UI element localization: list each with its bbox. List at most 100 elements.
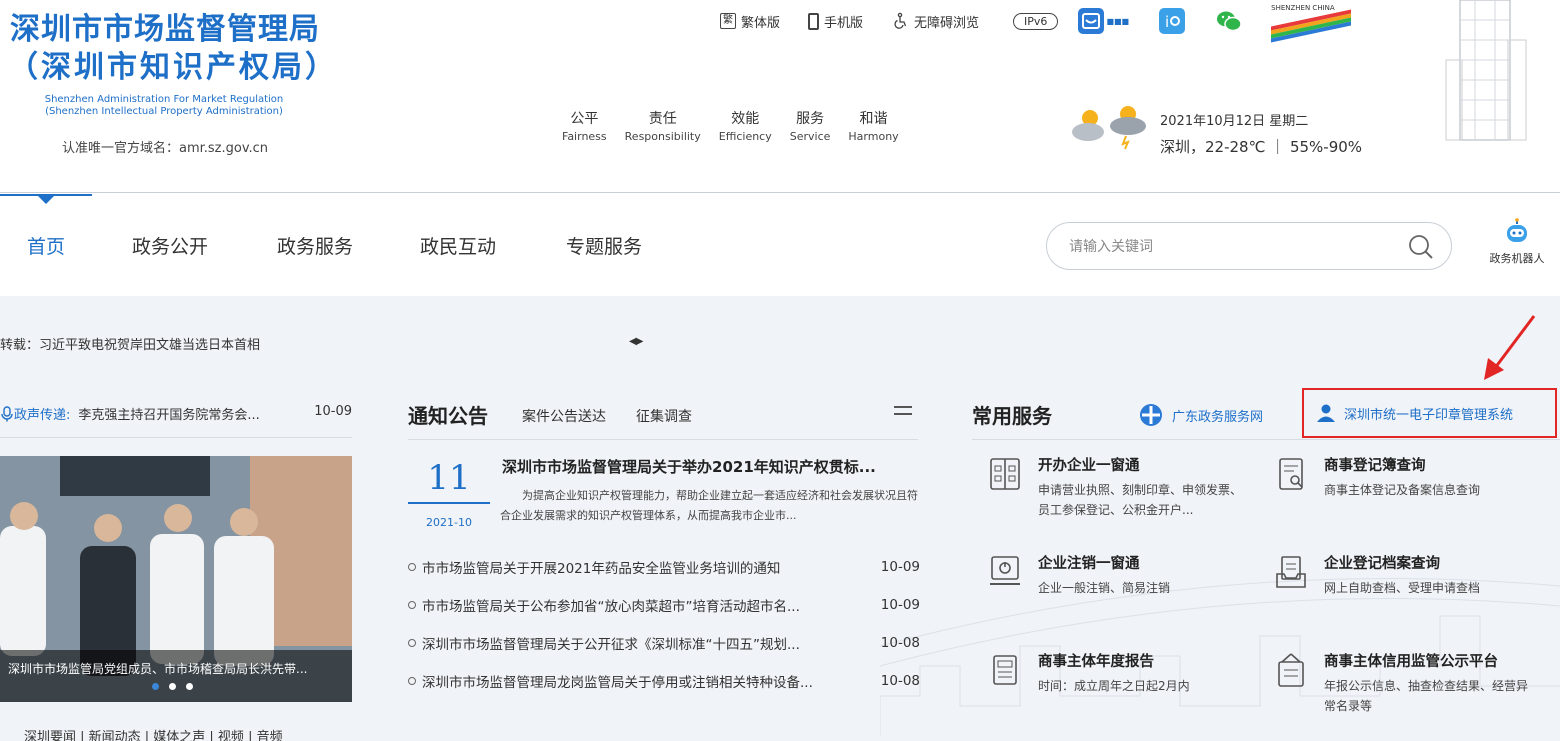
user-icon	[1317, 404, 1335, 422]
service-annual-report[interactable]: 商事主体年度报告 时间：成立周年之日起2月内	[974, 650, 1234, 728]
service-archive-query[interactable]: 企业登记档案查询 网上自助查档、受理申请查档	[1260, 552, 1520, 630]
nav-government-affairs[interactable]: 政务公开	[132, 232, 208, 259]
service-business-startup[interactable]: 开办企业一窗通 申请营业执照、刻制印章、申领发票、员工参保登记、公积金开户...	[974, 454, 1242, 532]
service-name[interactable]: 企业注销一窗通	[1038, 552, 1140, 573]
notices-header: 通知公告 案件公告送达 征集调查	[408, 400, 918, 440]
service-name[interactable]: 开办企业一窗通	[1038, 454, 1140, 475]
gov-voice-tag: 政声传递:	[0, 404, 70, 423]
mobile-phone-icon	[808, 12, 820, 30]
services-title: 常用服务	[972, 404, 1052, 428]
notice-title[interactable]: 深圳市市场监督管理局龙岗监管局关于停用或注销相关特种设备...	[422, 671, 870, 691]
service-business-deregistration[interactable]: 企业注销一窗通 企业一般注销、简易注销	[974, 552, 1234, 630]
site-header: 深圳市市场监督管理局 （深圳市知识产权局） Shenzhen Administr…	[0, 0, 1560, 193]
notice-title[interactable]: 市市场监管局关于公布参加省“放心肉菜超市”培育活动超市名...	[422, 595, 870, 615]
featured-notice-summary: 为提高企业知识产权管理能力，帮助企业建立起一套适应经济和社会发展状况且符合企业发…	[500, 489, 918, 522]
wheelchair-icon	[894, 12, 907, 29]
ticker-arrows-icon[interactable]: ◀▶	[629, 336, 643, 347]
service-desc: 时间：成立周年之日起2月内	[1038, 679, 1190, 693]
weather-text: 深圳，22-28℃ ｜ 55%-90%	[1160, 138, 1363, 156]
featured-notice-month: 2021-10	[426, 516, 472, 529]
service-name[interactable]: 商事登记簿查询	[1324, 454, 1426, 475]
shenzhen-brand-logo[interactable]: SHENZHEN CHINA	[1271, 4, 1352, 43]
notice-list: 市市场监管局关于开展2021年药品安全监管业务培训的通知 10-09 市市场监管…	[408, 548, 920, 700]
search-input[interactable]	[1069, 235, 1389, 259]
notice-date: 10-08	[880, 635, 920, 651]
traditional-chinese-link[interactable]: 繁 繁体版	[720, 12, 780, 31]
guangdong-gov-service-label: 广东政务服务网	[1172, 409, 1264, 425]
tab-solicitation[interactable]: 征集调查	[636, 406, 692, 426]
accessible-browsing-link[interactable]: 无障碍浏览	[891, 12, 979, 31]
bullet-icon	[408, 639, 416, 647]
e-seal-system-label: 深圳市统一电子印章管理系统	[1344, 407, 1514, 423]
logo-title-en: Shenzhen Administration For Market Regul…	[14, 94, 314, 118]
gov-voice-label: 政声传递:	[14, 408, 71, 423]
microphone-icon	[1, 405, 13, 421]
service-desc: 网上自助查档、受理申请查档	[1324, 581, 1481, 595]
mobile-version-link[interactable]: 手机版	[808, 12, 863, 31]
nav-public-interaction[interactable]: 政民互动	[420, 232, 496, 259]
guangdong-gov-service-link[interactable]: 广东政务服务网	[1138, 402, 1263, 428]
notice-title[interactable]: 深圳市市场监督管理局关于公开征求《深圳标准“十四五”规划...	[422, 633, 870, 653]
notices-title[interactable]: 通知公告	[408, 400, 488, 429]
ipv6-badge[interactable]: IPv6	[1013, 12, 1059, 30]
featured-notice[interactable]: 11 2021-10 深圳市市场监督管理局关于举办2021年知识产权贯标... …	[408, 454, 920, 534]
service-name[interactable]: 商事主体年度报告	[1038, 650, 1154, 671]
value-en: Harmony	[848, 130, 899, 143]
service-credit-platform[interactable]: 商事主体信用监管公示平台 年报公示信息、抽查检查结果、经营异常名录等	[1260, 650, 1528, 728]
logo-en-line1: Shenzhen Administration For Market Regul…	[44, 94, 284, 105]
nav-active-pointer	[38, 196, 54, 204]
notice-date: 10-08	[880, 673, 920, 689]
shenzhen-gov-app-icon[interactable]: i	[1159, 8, 1186, 34]
news-ticker[interactable]: 转载：习近平致电祝贺岸田文雄当选日本首相	[0, 334, 260, 353]
e-seal-system-link[interactable]: 深圳市统一电子印章管理系统	[1302, 388, 1557, 438]
document-search-icon	[1279, 458, 1303, 490]
list-item[interactable]: 市市场监管局关于公布参加省“放心肉菜超市”培育活动超市名... 10-09	[408, 586, 920, 624]
news-photo-carousel[interactable]: 深圳市市场监管局党组成员、市市场稽查局局长洪先带...	[0, 456, 352, 702]
list-item[interactable]: 市市场监管局关于开展2021年药品安全监管业务培训的通知 10-09	[408, 548, 920, 586]
traditional-chinese-label: 繁体版	[741, 15, 781, 31]
report-document-icon	[993, 655, 1017, 685]
gov-voice-title[interactable]: 李克强主持召开国务院常务会...	[78, 404, 314, 423]
value-service: 服务 Service	[790, 108, 831, 143]
news-category-links[interactable]: 深圳要闻 | 新闻动态 | 媒体之声 | 视频 | 音频	[24, 726, 283, 741]
logo-title-cn[interactable]: 深圳市市场监督管理局	[10, 12, 320, 48]
carousel-dot-2[interactable]	[169, 683, 176, 690]
more-menu-icon[interactable]	[894, 406, 912, 420]
value-en: Responsibility	[624, 130, 701, 143]
search-box	[1046, 222, 1452, 270]
tab-case-announcements[interactable]: 案件公告送达	[522, 406, 606, 426]
photo-caption[interactable]: 深圳市市场监管局党组成员、市市场稽查局局长洪先带...	[0, 650, 352, 702]
service-name[interactable]: 商事主体信用监管公示平台	[1324, 650, 1498, 671]
notice-date: 10-09	[880, 597, 920, 613]
featured-notice-title[interactable]: 深圳市市场监督管理局关于举办2021年知识产权贯标...	[502, 456, 876, 477]
public-notice-icon	[1278, 653, 1304, 687]
core-values: 公平 Fairness 责任 Responsibility 效能 Efficie…	[562, 108, 917, 143]
robot-icon	[1507, 218, 1527, 242]
wechat-icon[interactable]	[1215, 8, 1242, 34]
list-item[interactable]: 深圳市市场监督管理局关于公开征求《深圳标准“十四五”规划... 10-08	[408, 624, 920, 662]
value-fairness: 公平 Fairness	[562, 108, 607, 143]
service-registry-query[interactable]: 商事登记簿查询 商事主体登记及备案信息查询	[1260, 454, 1520, 532]
logo-subtitle-cn[interactable]: （深圳市知识产权局）	[8, 50, 338, 86]
featured-notice-day: 11	[408, 458, 490, 504]
notice-title[interactable]: 市市场监管局关于开展2021年药品安全监管业务培训的通知	[422, 557, 870, 577]
gov-voice-date: 10-09	[314, 404, 352, 419]
search-icon[interactable]	[1407, 233, 1435, 261]
nav-home[interactable]: 首页	[27, 232, 65, 259]
official-domain-note: 认准唯一官方域名：amr.sz.gov.cn	[62, 141, 269, 156]
service-desc: 申请营业执照、刻制印章、申领发票、员工参保登记、公积金开户...	[1038, 483, 1243, 517]
value-responsibility: 责任 Responsibility	[625, 108, 701, 143]
guangdong-gov-logo-icon	[1140, 404, 1162, 426]
nav-government-services[interactable]: 政务服务	[277, 232, 353, 259]
service-name[interactable]: 企业登记档案查询	[1324, 552, 1440, 573]
accessible-browsing-label: 无障碍浏览	[914, 15, 980, 31]
list-item[interactable]: 深圳市市场监督管理局龙岗监管局关于停用或注销相关特种设备... 10-08	[408, 662, 920, 700]
gov-robot-link[interactable]: 政务机器人	[1482, 218, 1552, 266]
nav-special-services[interactable]: 专题服务	[566, 232, 642, 259]
gov-voice-row[interactable]: 政声传递: 李克强主持召开国务院常务会... 10-09	[0, 404, 352, 438]
service-desc: 商事主体登记及备案信息查询	[1324, 483, 1481, 497]
carousel-dot-3[interactable]	[186, 683, 193, 690]
market-app-icon[interactable]	[1078, 8, 1105, 34]
carousel-dot-1[interactable]	[152, 683, 159, 690]
svg-text:i: i	[1165, 13, 1169, 31]
